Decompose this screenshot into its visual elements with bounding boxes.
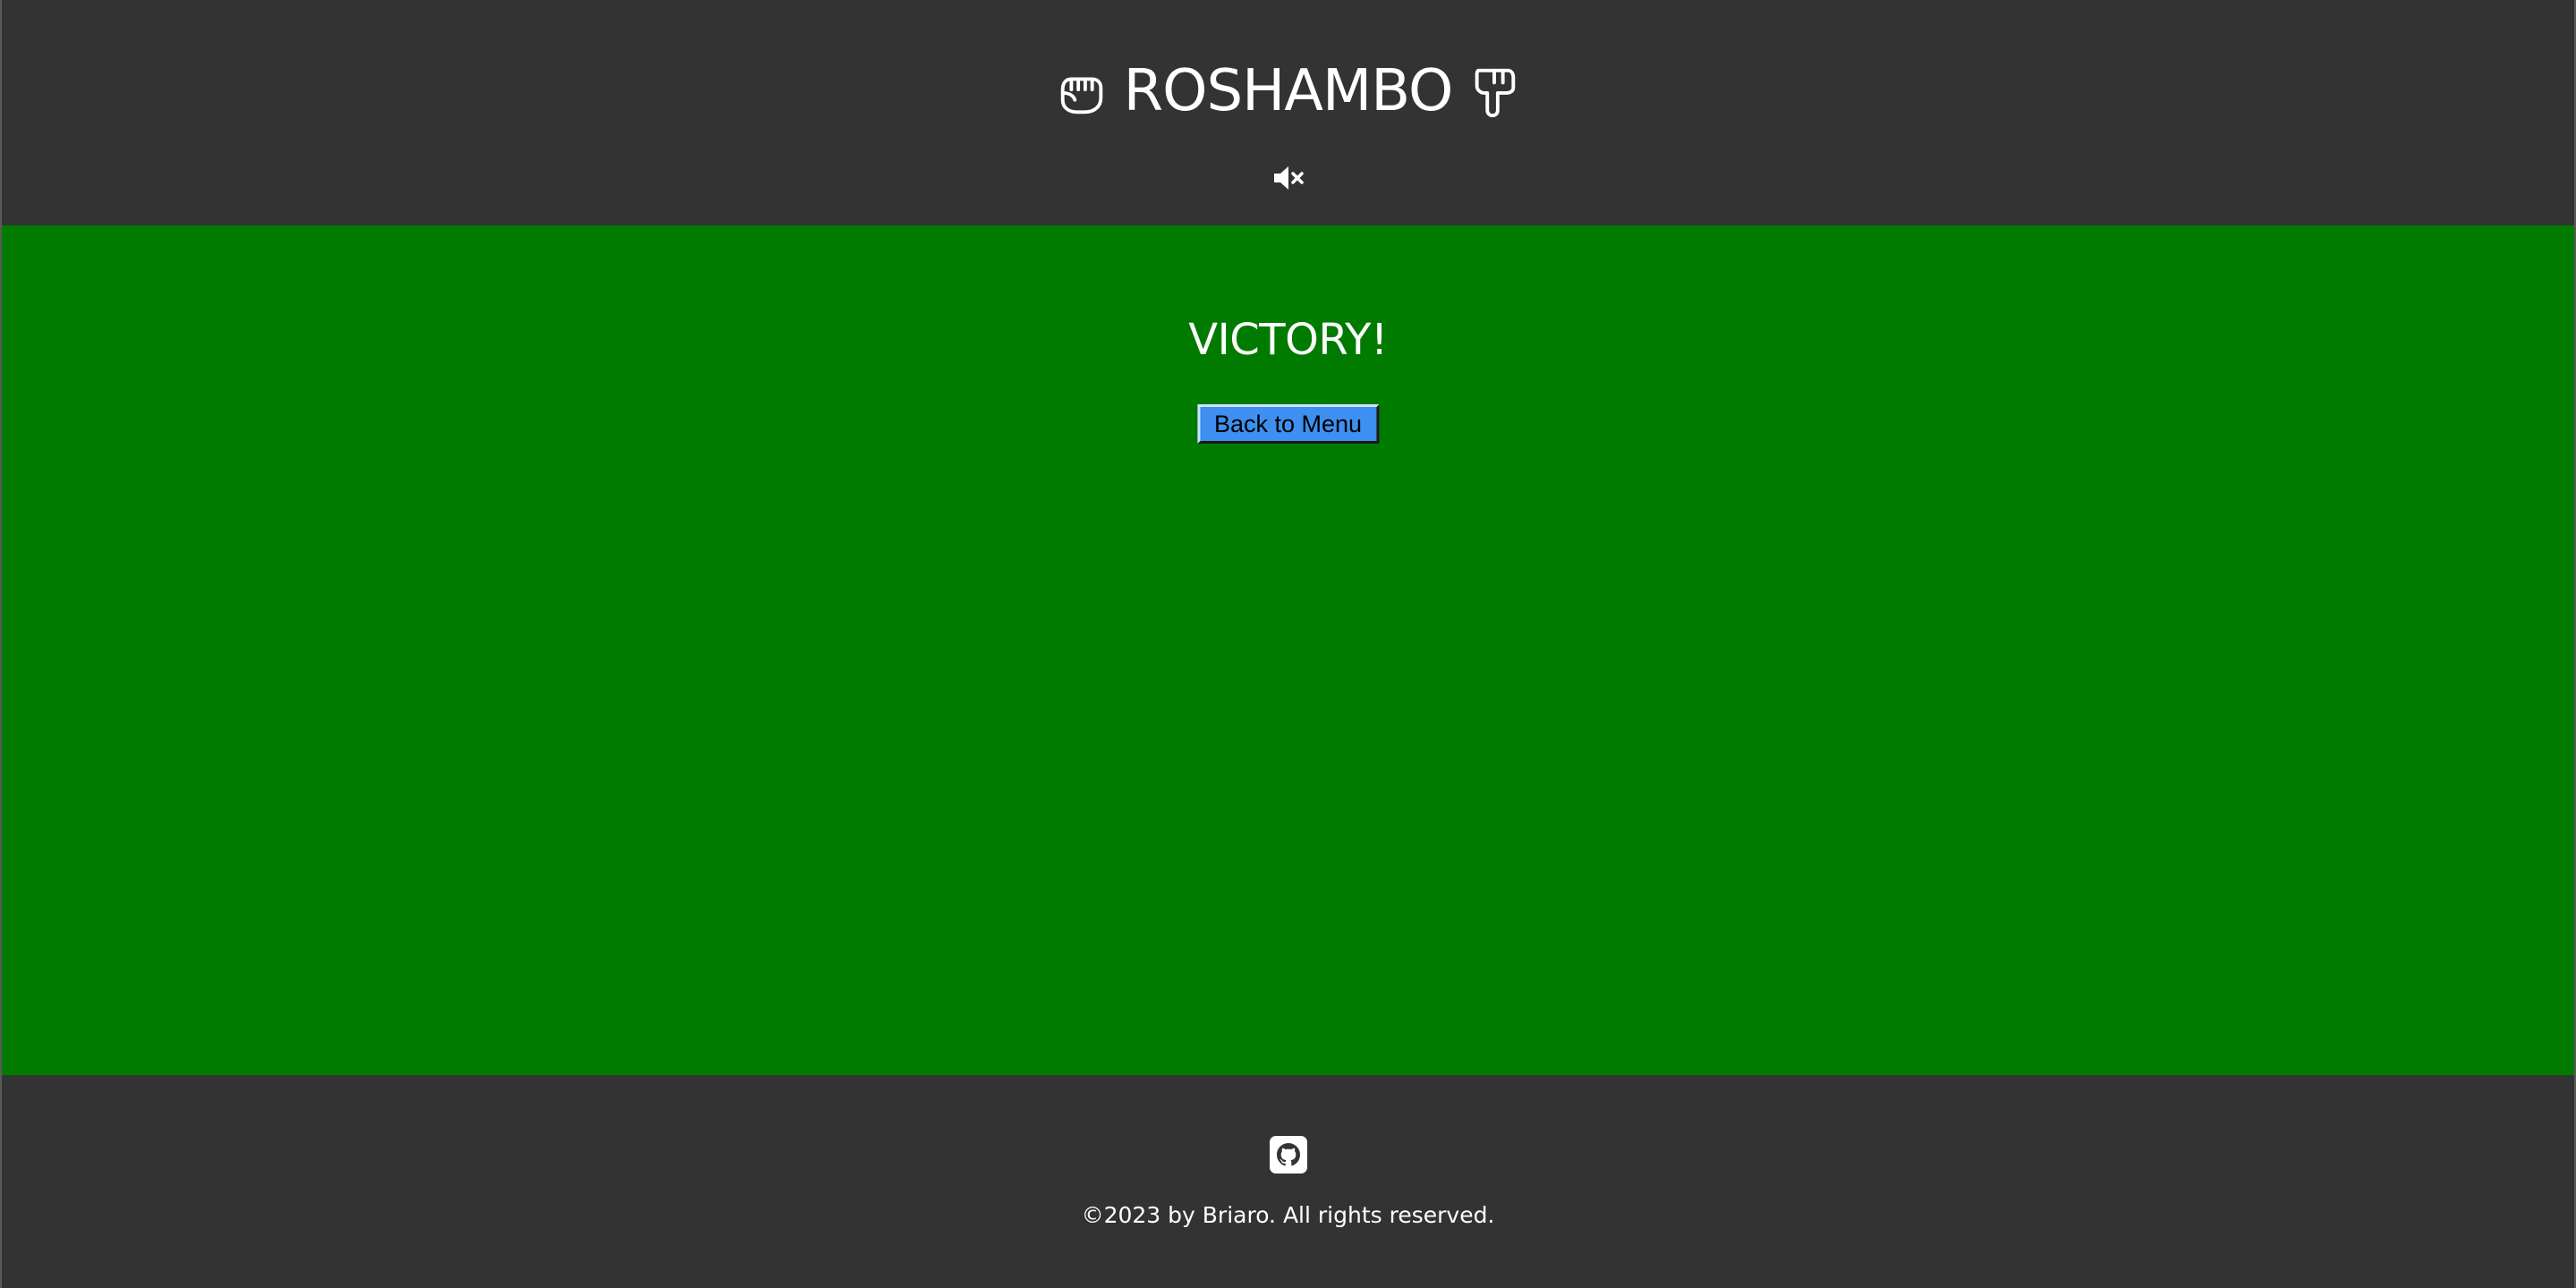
github-link[interactable] [1269, 1136, 1307, 1177]
site-header: ROSHAMBO [2, 0, 2574, 225]
back-to-menu-button[interactable]: Back to Menu [1196, 404, 1380, 444]
hand-pointing-down-icon [1467, 64, 1522, 119]
page: ROSHAMBO VICTORY! Back to Menu ©2023 by … [0, 0, 2576, 1288]
game-stage: VICTORY! Back to Menu [2, 225, 2574, 1075]
github-icon [1269, 1136, 1307, 1177]
site-footer: ©2023 by Briaro. All rights reserved. [2, 1075, 2574, 1288]
result-heading: VICTORY! [1188, 315, 1388, 365]
title-row: ROSHAMBO [2, 55, 2574, 127]
page-title: ROSHAMBO [1123, 58, 1454, 124]
raised-fist-icon [1054, 64, 1109, 119]
copyright-text: ©2023 by Briaro. All rights reserved. [1081, 1202, 1495, 1228]
speaker-muted-icon [1272, 165, 1305, 195]
mute-toggle-button[interactable] [1271, 165, 1306, 195]
